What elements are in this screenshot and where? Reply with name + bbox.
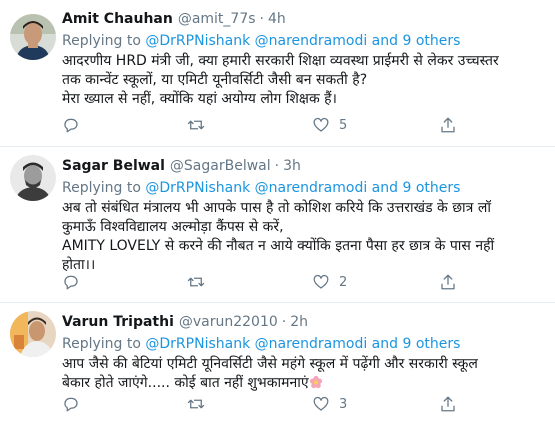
- retweet-icon: [187, 120, 205, 130]
- replying-to: Replying to @DrRPNishank @narendramodi a…: [62, 334, 547, 354]
- separator-dot: ·: [259, 11, 264, 27]
- tweet-text-line-with-emoji: बेकार होते जाएंगे..... कोई बात नहीं शुभक…: [62, 374, 547, 393]
- like-icon: [313, 117, 329, 132]
- tweet-1[interactable]: Amit Chauhan @amit_77s · 4h Replying to …: [0, 0, 555, 147]
- like-count: 2: [339, 274, 348, 290]
- retweet-icon: [187, 277, 205, 287]
- like-count: 5: [339, 117, 348, 133]
- like-count: 3: [339, 396, 348, 412]
- tweet-2[interactable]: Sagar Belwal @SagarBelwal · 3h Replying …: [0, 147, 555, 303]
- reply-icon: [64, 275, 78, 290]
- tweet-3[interactable]: Varun Tripathi @varun22010 · 2h Replying…: [0, 303, 555, 432]
- avatar[interactable]: [10, 311, 56, 357]
- tweet-text-line: मेरा ख्याल से नहीं, क्योंकि यहां अयोग्य …: [62, 91, 337, 107]
- avatar[interactable]: [10, 155, 56, 201]
- replying-prefix: Replying to: [62, 180, 141, 196]
- tweet-text: आप जैसे की बेटियां एमिटी यूनिवर्सिटी जैस…: [62, 355, 547, 393]
- share-icon: [441, 117, 455, 133]
- avatar[interactable]: [10, 14, 56, 60]
- like-button[interactable]: 3: [312, 395, 347, 413]
- replying-prefix: Replying to: [62, 336, 141, 352]
- tweet-text-line: कुमाऊँ विश्वविद्यालय अल्मोड़ा कैंपस से क…: [62, 219, 284, 235]
- tweet-actions: 3: [0, 395, 555, 415]
- reply-button[interactable]: [62, 116, 80, 134]
- share-button[interactable]: [439, 116, 457, 134]
- share-icon: [441, 396, 455, 412]
- retweet-button[interactable]: [187, 116, 205, 134]
- separator-dot: ·: [281, 314, 287, 330]
- separator-dot: ·: [274, 158, 280, 174]
- replying-to-link[interactable]: @DrRPNishank @narendramodi and 9 others: [145, 180, 460, 196]
- retweet-button[interactable]: [187, 273, 205, 291]
- like-icon: [313, 274, 329, 289]
- tweet-text: आदरणीय HRD मंत्री जी, क्या हमारी सरकारी …: [62, 52, 547, 109]
- tweet-text-line: आदरणीय HRD मंत्री जी, क्या हमारी सरकारी …: [62, 53, 499, 69]
- share-button[interactable]: [439, 273, 457, 291]
- replying-to-link[interactable]: @DrRPNishank @narendramodi and 9 others: [145, 336, 460, 352]
- reply-icon: [64, 397, 78, 412]
- author-name[interactable]: Amit Chauhan: [62, 10, 173, 28]
- tweet-text-line: अब तो संबंधित मंत्रालय भी आपके पास है तो…: [62, 200, 491, 216]
- author-name[interactable]: Varun Tripathi: [62, 313, 174, 331]
- timestamp[interactable]: 2h: [290, 313, 308, 331]
- replying-prefix: Replying to: [62, 33, 141, 49]
- tweet-text-line: बेकार होते जाएंगे..... कोई बात नहीं शुभक…: [62, 375, 309, 391]
- replying-to: Replying to @DrRPNishank @narendramodi a…: [62, 178, 547, 198]
- tweet-text-line: AMITY LOVELY से करने की नौबत न आये क्यों…: [62, 238, 495, 254]
- timestamp[interactable]: 4h: [268, 10, 286, 28]
- timestamp[interactable]: 3h: [283, 157, 301, 175]
- tweet-actions: 5: [0, 116, 555, 136]
- tweet-text-line: आप जैसे की बेटियां एमिटी यूनिवर्सिटी जैस…: [62, 356, 478, 372]
- share-icon: [441, 274, 455, 290]
- reply-button[interactable]: [62, 273, 80, 291]
- replying-to-link[interactable]: @DrRPNishank @narendramodi and 9 others: [145, 33, 460, 49]
- share-button[interactable]: [439, 395, 457, 413]
- retweet-icon: [187, 399, 205, 409]
- retweet-button[interactable]: [187, 395, 205, 413]
- like-icon: [313, 396, 329, 411]
- like-button[interactable]: 2: [312, 273, 347, 291]
- tweet-text: अब तो संबंधित मंत्रालय भी आपके पास है तो…: [62, 199, 547, 275]
- tweet-text-line: तक कान्वेंट स्कूलों, या एमिटी यूनीवर्सिट…: [62, 72, 368, 88]
- author-handle[interactable]: @varun22010: [179, 313, 278, 331]
- reply-icon: [64, 118, 78, 133]
- tweet-actions: 2: [0, 273, 555, 293]
- reply-button[interactable]: [62, 395, 80, 413]
- flower-emoji: [309, 375, 322, 389]
- author-name[interactable]: Sagar Belwal: [62, 157, 165, 175]
- author-handle[interactable]: @SagarBelwal: [170, 157, 271, 175]
- author-handle[interactable]: @amit_77s: [178, 10, 256, 28]
- like-button[interactable]: 5: [312, 116, 347, 134]
- replying-to: Replying to @DrRPNishank @narendramodi a…: [62, 31, 547, 51]
